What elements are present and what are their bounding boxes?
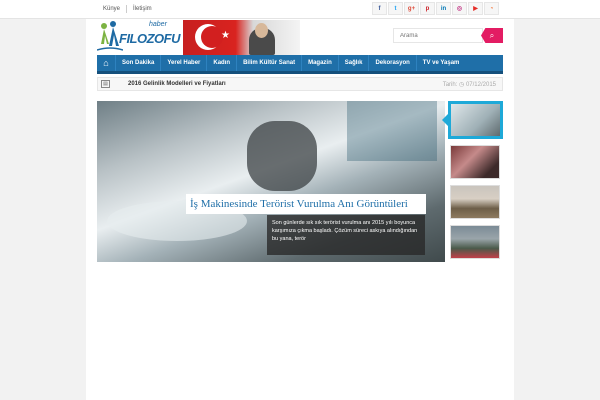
top-links: Künye İletişim xyxy=(103,5,152,13)
nav-item-yerel-haber[interactable]: Yerel Haber xyxy=(160,55,206,71)
top-bar: Künye İletişim f t g+ p in ◎ ▶ ◔ xyxy=(0,0,600,19)
google-plus-icon[interactable]: g+ xyxy=(404,2,419,15)
linkedin-icon[interactable]: in xyxy=(436,2,451,15)
logo-small-text: haber xyxy=(149,21,167,28)
image-shape xyxy=(247,121,317,191)
crescent-cutout xyxy=(201,26,223,48)
portrait-face xyxy=(255,23,268,38)
nav-item-dekorasyon[interactable]: Dekorasyon xyxy=(368,55,415,71)
logo-name: FILOZOFU xyxy=(119,31,181,46)
rss-icon[interactable]: ◔ xyxy=(484,2,499,15)
slide-description: Son günlerde sık sık terörist vurulma an… xyxy=(267,215,425,255)
image-shape xyxy=(347,101,437,161)
home-icon[interactable]: ⌂ xyxy=(97,55,115,71)
news-ticker: ▤ 2016 Gelinlik Modelleri ve Fiyatları T… xyxy=(97,77,503,91)
thumbnail[interactable] xyxy=(450,185,500,219)
nav-item-kadin[interactable]: Kadın xyxy=(206,55,236,71)
slider-thumbnails xyxy=(442,101,503,262)
nav-item-son-dakika[interactable]: Son Dakika xyxy=(115,55,160,71)
search-icon[interactable]: ⌕ xyxy=(481,28,503,43)
nav-item-tv-ve-yasam[interactable]: TV ve Yaşam xyxy=(415,55,466,71)
site-logo[interactable]: haber FILOZOFU xyxy=(97,20,183,54)
nav-item-magazin[interactable]: Magazin xyxy=(301,55,338,71)
header-banner[interactable]: ★ xyxy=(183,20,300,55)
ticker-date: Tarih: ◷ 07/12/2015 xyxy=(443,81,496,88)
thumbnail-image xyxy=(451,104,500,136)
search-input[interactable] xyxy=(393,28,483,43)
date-label: Tarih: xyxy=(442,82,458,88)
ticker-toggle-icon[interactable]: ▤ xyxy=(101,80,110,88)
clock-icon: ◷ xyxy=(459,82,465,88)
youtube-icon[interactable]: ▶ xyxy=(468,2,483,15)
thumbnail[interactable] xyxy=(450,145,500,179)
instagram-icon[interactable]: ◎ xyxy=(452,2,467,15)
facebook-icon[interactable]: f xyxy=(372,2,387,15)
search-box: ⌕ xyxy=(393,28,503,43)
iletisim-link[interactable]: İletişim xyxy=(133,6,152,12)
pinterest-icon[interactable]: p xyxy=(420,2,435,15)
nav-item-saglik[interactable]: Sağlık xyxy=(337,55,369,71)
nav-item-bilim-kultur-sanat[interactable]: Bilim Kültür Sanat xyxy=(236,55,301,71)
active-arrow-icon xyxy=(442,114,448,126)
thumbnail[interactable] xyxy=(450,225,500,259)
ticker-headline[interactable]: 2016 Gelinlik Modelleri ve Fiyatları xyxy=(128,81,226,87)
date-value: 07/12/2015 xyxy=(465,82,496,88)
divider xyxy=(126,5,128,13)
social-links: f t g+ p in ◎ ▶ ◔ xyxy=(372,2,500,15)
twitter-icon[interactable]: t xyxy=(388,2,403,15)
main-nav: ⌂ Son Dakika Yerel Haber Kadın Bilim Kül… xyxy=(97,55,503,74)
slide-title[interactable]: İş Makinesinde Terörist Vurulma Anı Görü… xyxy=(186,194,426,214)
thumbnail-active[interactable] xyxy=(442,101,503,139)
kunye-link[interactable]: Künye xyxy=(103,6,120,12)
star-icon: ★ xyxy=(221,30,230,41)
